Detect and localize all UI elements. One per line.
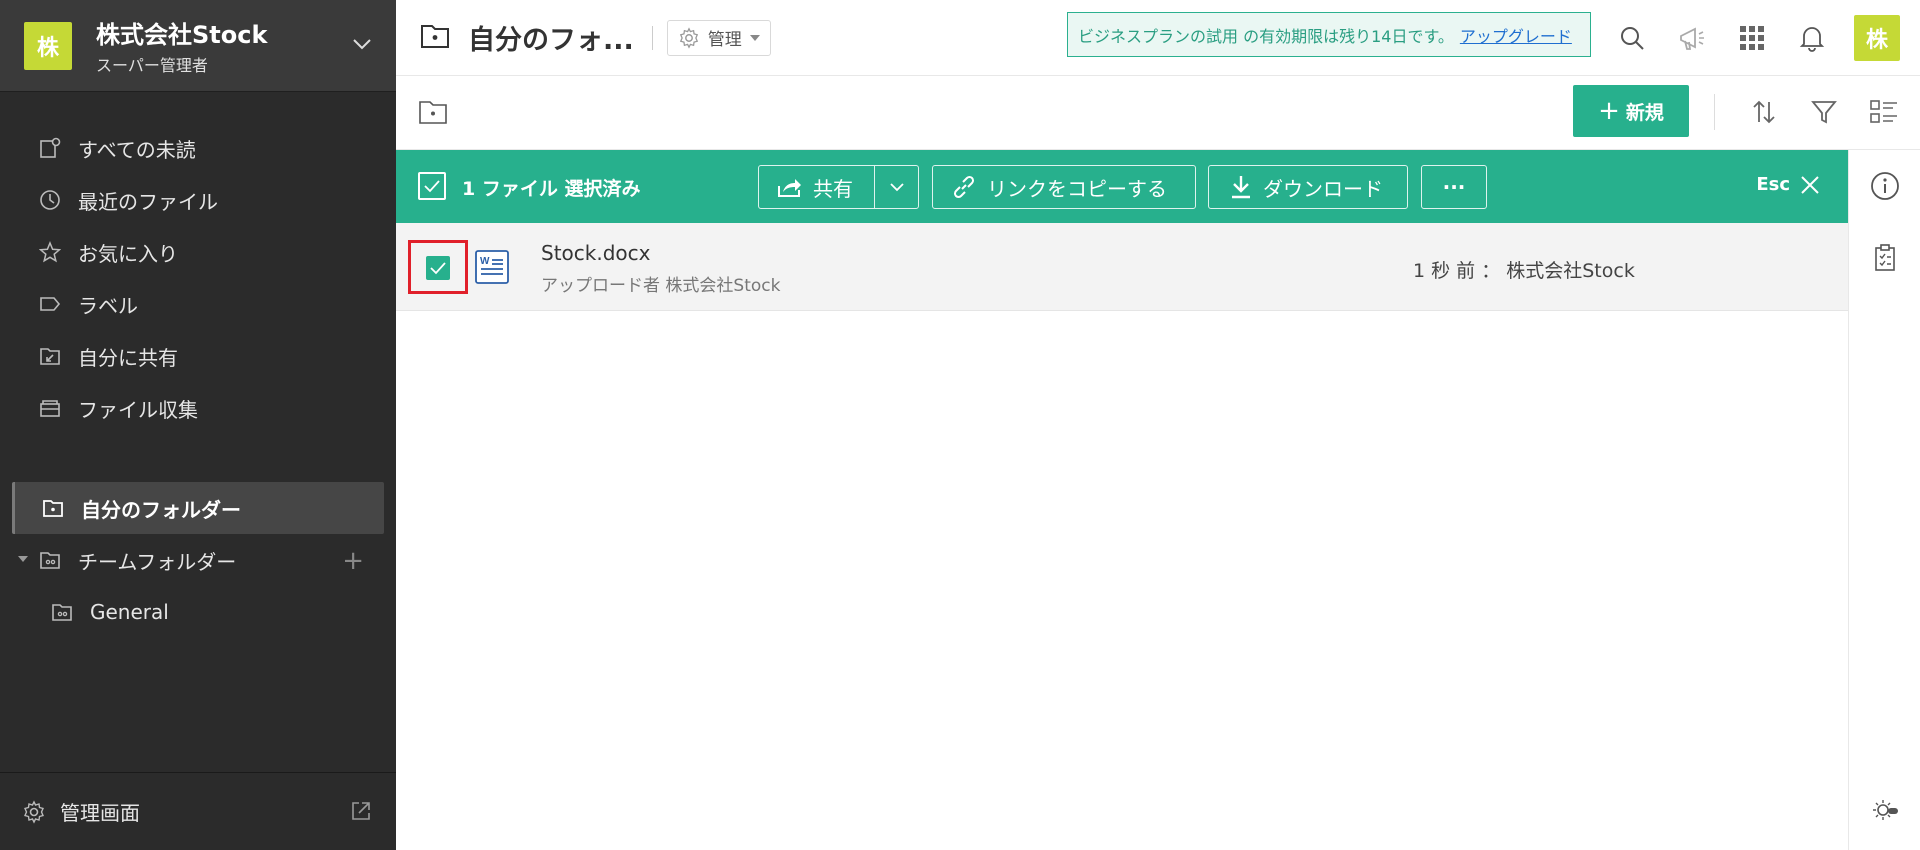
chevron-down-icon — [889, 183, 904, 192]
download-button[interactable]: ダウンロード — [1208, 165, 1408, 209]
admin-console-label: 管理画面 — [60, 801, 140, 825]
new-label: 新規 — [1625, 101, 1664, 124]
unread-icon — [38, 136, 62, 160]
sidebar-item-favorites[interactable]: お気に入り — [0, 226, 396, 278]
download-icon — [1229, 174, 1253, 200]
folder-icon — [420, 22, 450, 54]
file-uploader: アップロード者 株式会社Stock — [541, 276, 781, 296]
right-rail — [1848, 150, 1920, 850]
gear-icon — [678, 26, 700, 49]
org-role: スーパー管理者 — [96, 56, 208, 75]
user-avatar[interactable]: 株 — [1854, 15, 1900, 61]
chevron-down-icon[interactable] — [352, 36, 372, 55]
search-icon[interactable] — [1602, 8, 1662, 68]
list-view-icon[interactable] — [1868, 96, 1900, 128]
file-name[interactable]: Stock.docx — [541, 241, 650, 265]
sidebar-item-label: 最近のファイル — [78, 189, 218, 214]
sidebar-item-label: General — [90, 600, 169, 624]
team-folder-icon — [50, 600, 74, 624]
new-button[interactable]: + 新規 — [1573, 85, 1689, 137]
label-icon — [38, 292, 62, 316]
share-button-group: 共有 — [758, 165, 919, 209]
filter-icon[interactable] — [1808, 96, 1840, 128]
page-title: 自分のフォ... — [468, 25, 634, 56]
caret-down-icon[interactable] — [18, 556, 28, 562]
folder-icon[interactable] — [418, 98, 448, 130]
download-label: ダウンロード — [1263, 176, 1383, 201]
share-button[interactable]: 共有 — [759, 166, 875, 208]
file-modified: 1 秒 前 ： 株式会社Stock — [1413, 260, 1635, 282]
sort-icon[interactable] — [1748, 96, 1780, 128]
copy-link-button[interactable]: リンクをコピーする — [932, 165, 1196, 209]
upgrade-link[interactable]: アップグレード — [1460, 23, 1572, 47]
sidebar-item-label: お気に入り — [78, 241, 178, 266]
sidebar-item-label: 自分に共有 — [78, 345, 178, 370]
row-checkbox[interactable] — [426, 256, 450, 280]
share-label: 共有 — [813, 176, 853, 201]
sidebar-item-label: ファイル収集 — [78, 397, 198, 422]
folder-toolbar: + 新規 — [396, 76, 1920, 150]
info-icon[interactable] — [1869, 170, 1901, 202]
sidebar: 株 株式会社Stock スーパー管理者 すべての未読 最近のファイル お気に入り — [0, 0, 396, 850]
sidebar-item-recent[interactable]: 最近のファイル — [0, 174, 396, 226]
trial-text: ビジネスプランの試用 の有効期限は残り14日です。 — [1078, 26, 1454, 46]
apps-grid-icon[interactable] — [1722, 8, 1782, 68]
esc-label: Esc — [1756, 174, 1790, 195]
gear-icon — [22, 799, 46, 824]
more-button[interactable]: ··· — [1421, 165, 1487, 209]
announcement-icon[interactable] — [1662, 8, 1722, 68]
sidebar-item-team-folder[interactable]: チームフォルダー + — [0, 534, 396, 586]
activity-log-icon[interactable] — [1869, 242, 1901, 274]
top-bar-actions: 株 — [1602, 0, 1920, 76]
star-icon — [38, 240, 62, 264]
admin-console-link[interactable]: 管理画面 — [0, 772, 396, 850]
org-avatar: 株 — [24, 21, 72, 70]
sidebar-item-file-collection[interactable]: ファイル収集 — [0, 382, 396, 434]
theme-toggle-icon[interactable] — [1869, 794, 1901, 826]
org-switcher[interactable]: 株 株式会社Stock スーパー管理者 — [0, 0, 396, 92]
sidebar-item-label: チームフォルダー — [78, 549, 237, 574]
svg-text:W: W — [480, 256, 490, 267]
external-link-icon[interactable] — [350, 800, 372, 827]
sidebar-item-my-folder[interactable]: 自分のフォルダー — [12, 482, 384, 534]
sidebar-item-general[interactable]: General — [0, 586, 396, 638]
sidebar-nav: すべての未読 最近のファイル お気に入り ラベル 自分に共有 ファイル収集 自分… — [0, 92, 396, 638]
close-icon — [1800, 175, 1820, 195]
selection-count: 1 ファイル 選択済み — [462, 178, 641, 200]
word-document-icon: W — [474, 249, 510, 289]
file-collection-icon — [38, 396, 62, 420]
add-team-folder-icon[interactable]: + — [342, 546, 364, 576]
manage-label: 管理 — [707, 30, 742, 50]
share-icon — [777, 176, 803, 198]
plus-icon: + — [1598, 96, 1620, 126]
copy-link-label: リンクをコピーする — [987, 176, 1167, 201]
team-folder-icon — [38, 548, 62, 572]
top-bar: 自分のフォ... 管理 ビジネスプランの試用 の有効期限は残り14日です。 アッ… — [396, 0, 1920, 76]
sidebar-item-label: 自分のフォルダー — [81, 497, 241, 522]
shared-with-me-icon — [38, 344, 62, 368]
sidebar-item-label: ラベル — [78, 293, 138, 318]
table-row[interactable]: W Stock.docx アップロード者 株式会社Stock 1 秒 前 ： 株… — [396, 223, 1848, 311]
sidebar-item-shared-with-me[interactable]: 自分に共有 — [0, 330, 396, 382]
sidebar-item-label: すべての未読 — [78, 137, 196, 162]
trial-banner: ビジネスプランの試用 の有効期限は残り14日です。 アップグレード — [1067, 12, 1591, 57]
more-icon: ··· — [1442, 175, 1466, 199]
sidebar-item-labels[interactable]: ラベル — [0, 278, 396, 330]
select-all-checkbox[interactable] — [418, 172, 446, 200]
clock-icon — [38, 188, 62, 212]
sidebar-item-unread[interactable]: すべての未読 — [0, 122, 396, 174]
selection-bar: 1 ファイル 選択済み 共有 リンクをコピーする ダウンロード ··· Esc — [396, 150, 1848, 223]
org-info: 株式会社Stock スーパー管理者 — [96, 15, 267, 76]
manage-dropdown[interactable]: 管理 — [666, 19, 771, 56]
close-selection-button[interactable]: Esc — [1756, 174, 1820, 195]
folder-icon — [41, 496, 65, 520]
org-name: 株式会社Stock — [96, 21, 268, 49]
bell-icon[interactable] — [1782, 8, 1842, 68]
link-icon — [951, 174, 977, 200]
caret-down-icon — [749, 34, 760, 41]
share-dropdown-toggle[interactable] — [875, 166, 918, 208]
